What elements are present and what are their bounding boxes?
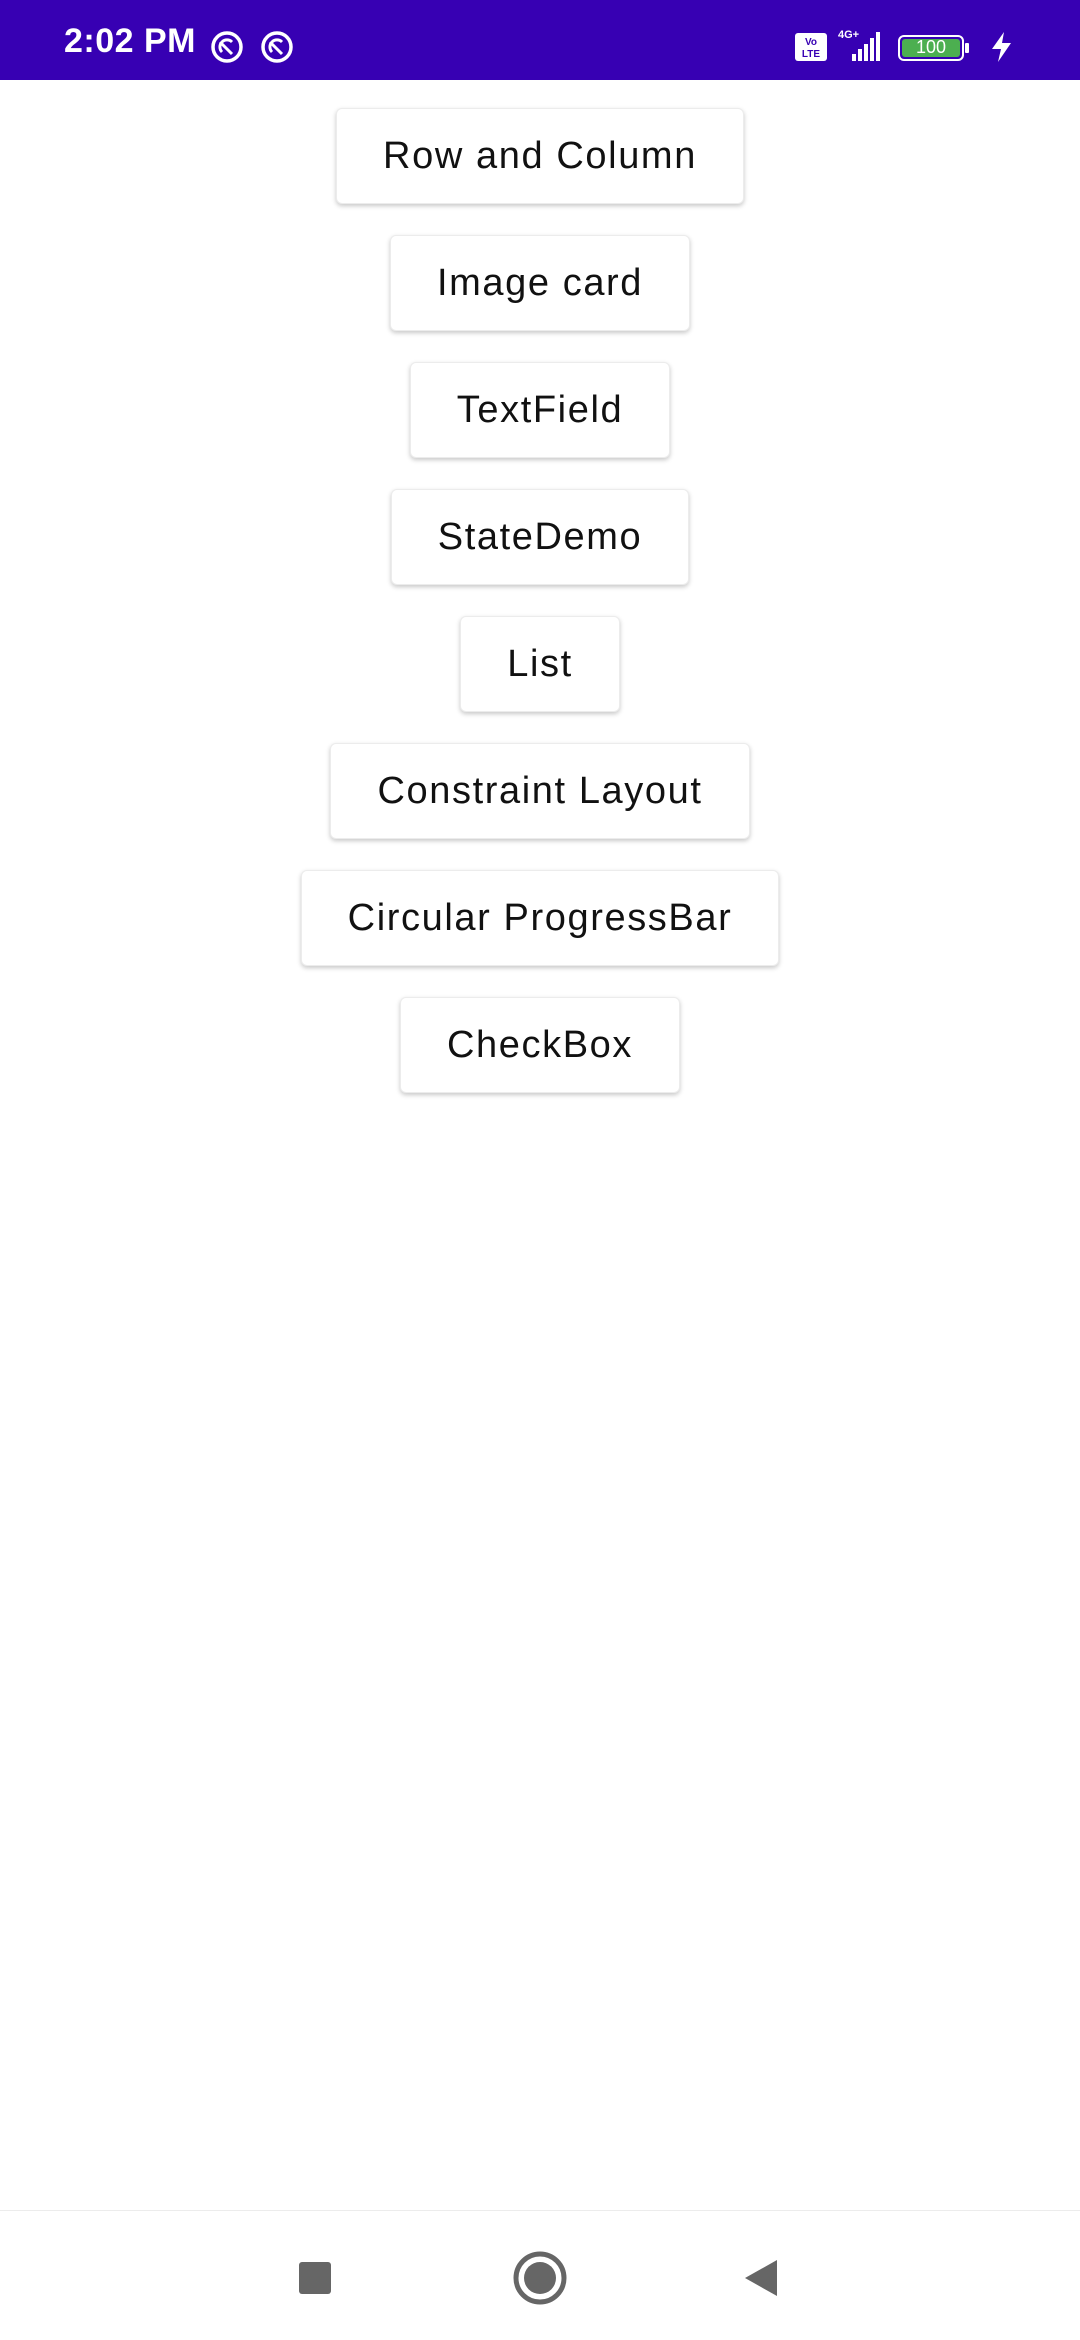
signal-icon: 4G+ bbox=[838, 29, 880, 61]
sync-icon bbox=[211, 31, 243, 63]
textfield-button[interactable]: TextField bbox=[409, 362, 671, 458]
constraint-layout-button[interactable]: Constraint Layout bbox=[330, 743, 750, 839]
battery-icon: 100 bbox=[898, 35, 970, 61]
checkbox-button[interactable]: CheckBox bbox=[400, 997, 680, 1093]
svg-text:4G+: 4G+ bbox=[838, 29, 859, 41]
back-triangle-icon bbox=[745, 2260, 777, 2296]
back-button[interactable] bbox=[716, 2233, 806, 2323]
status-bar: 2:02 PM Vo LTE 4G+ 100 bbox=[0, 0, 1080, 80]
button-list: Row and Column Image card TextField Stat… bbox=[0, 108, 1080, 1124]
home-circle-icon bbox=[513, 2251, 567, 2305]
navigation-bar bbox=[0, 2210, 1080, 2340]
svg-text:LTE: LTE bbox=[802, 49, 820, 60]
volte-icon: Vo LTE bbox=[795, 33, 827, 61]
recents-button[interactable] bbox=[270, 2233, 360, 2323]
status-time: 2:02 PM bbox=[64, 22, 196, 60]
circular-progressbar-button[interactable]: Circular ProgressBar bbox=[300, 870, 780, 966]
row-and-column-button[interactable]: Row and Column bbox=[336, 108, 744, 204]
battery-level: 100 bbox=[915, 37, 947, 57]
image-card-button[interactable]: Image card bbox=[389, 235, 691, 331]
sync-icon bbox=[261, 31, 293, 63]
svg-text:Vo: Vo bbox=[805, 37, 817, 48]
state-demo-button[interactable]: StateDemo bbox=[390, 489, 690, 585]
app-screen: 2:02 PM Vo LTE 4G+ 100 Row and Column Im… bbox=[0, 0, 1080, 2340]
home-button[interactable] bbox=[495, 2233, 585, 2323]
charging-icon bbox=[992, 32, 1011, 62]
list-button[interactable]: List bbox=[460, 616, 620, 712]
recents-square-icon bbox=[299, 2262, 331, 2294]
